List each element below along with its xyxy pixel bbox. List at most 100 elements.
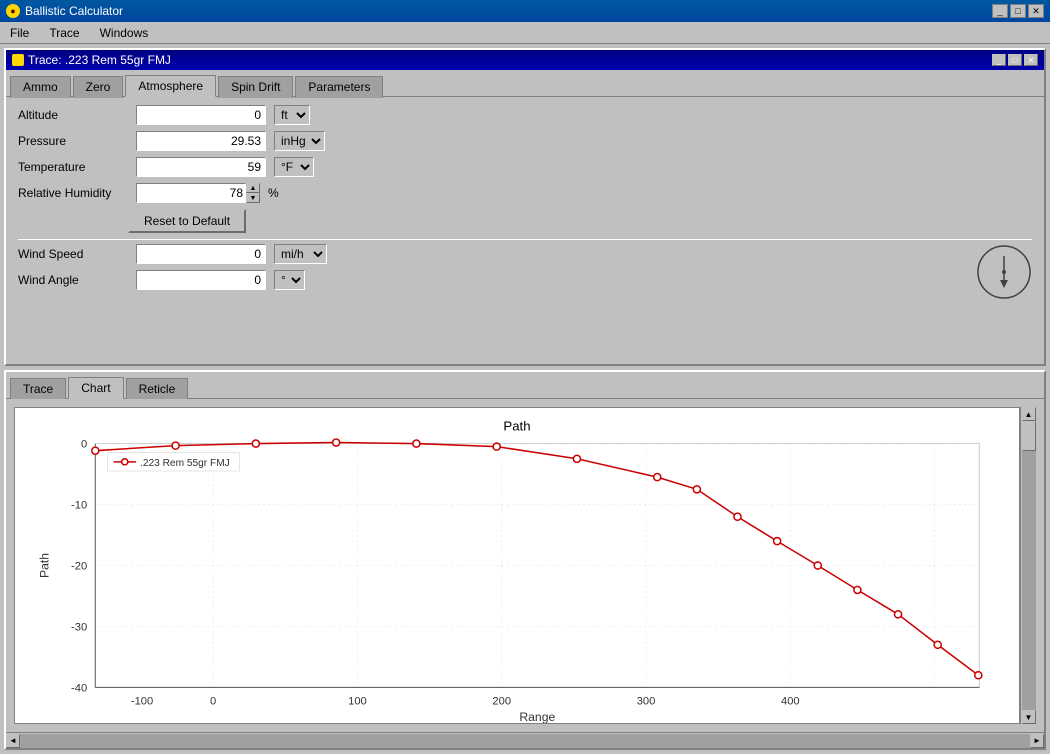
wind-angle-label: Wind Angle xyxy=(18,273,128,287)
svg-text:300: 300 xyxy=(637,696,656,708)
svg-text:-100: -100 xyxy=(131,696,153,708)
tab-atmosphere[interactable]: Atmosphere xyxy=(125,75,216,97)
svg-text:100: 100 xyxy=(348,696,367,708)
svg-text:-20: -20 xyxy=(71,561,87,573)
svg-text:0: 0 xyxy=(81,439,87,451)
svg-text:400: 400 xyxy=(781,696,800,708)
minimize-button[interactable]: _ xyxy=(992,4,1008,18)
tab-reticle[interactable]: Reticle xyxy=(126,378,189,400)
wind-speed-input[interactable] xyxy=(136,244,266,264)
h-scroll-track[interactable] xyxy=(20,734,1030,748)
data-point xyxy=(774,538,781,545)
vertical-scrollbar: ▲ ▼ xyxy=(1020,407,1036,724)
chart-svg: Path xyxy=(15,408,1019,723)
data-point xyxy=(934,641,941,648)
menu-file[interactable]: File xyxy=(4,24,35,42)
data-point xyxy=(975,672,982,679)
close-button[interactable]: ✕ xyxy=(1028,4,1044,18)
humidity-unit: % xyxy=(268,186,279,200)
tab-ammo[interactable]: Ammo xyxy=(10,76,71,98)
tab-spin-drift[interactable]: Spin Drift xyxy=(218,76,293,98)
wind-speed-label: Wind Speed xyxy=(18,247,128,261)
wind-speed-unit-select[interactable]: mi/h km/h m/s xyxy=(274,244,327,264)
pressure-input[interactable] xyxy=(136,131,266,151)
humidity-increment[interactable]: ▲ xyxy=(246,183,260,193)
inner-title: Trace: .223 Rem 55gr FMJ xyxy=(28,53,171,67)
scroll-thumb[interactable] xyxy=(1022,421,1036,451)
pressure-row: Pressure inHg hPa xyxy=(18,131,1032,151)
data-point xyxy=(92,447,99,454)
inner-title-controls: _ □ ✕ xyxy=(992,54,1038,66)
humidity-input[interactable] xyxy=(136,183,246,203)
humidity-decrement[interactable]: ▼ xyxy=(246,193,260,203)
inner-close[interactable]: ✕ xyxy=(1024,54,1038,66)
scroll-left-button[interactable]: ◄ xyxy=(6,734,20,748)
title-bar-controls: _ □ ✕ xyxy=(992,4,1044,18)
wind-speed-row: Wind Speed mi/h km/h m/s xyxy=(18,244,964,264)
svg-text:-30: -30 xyxy=(71,622,87,634)
scroll-up-button[interactable]: ▲ xyxy=(1022,407,1036,421)
inner-icon xyxy=(12,54,24,66)
svg-text:-40: -40 xyxy=(71,683,87,695)
menu-bar: File Trace Windows xyxy=(0,22,1050,44)
wind-angle-row: Wind Angle ° xyxy=(18,270,964,290)
inner-title-bar: Trace: .223 Rem 55gr FMJ _ □ ✕ xyxy=(6,50,1044,70)
humidity-spinner: ▲ ▼ xyxy=(136,183,260,203)
wind-section: Wind Speed mi/h km/h m/s Wind Angle xyxy=(18,244,1032,303)
data-point xyxy=(693,486,700,493)
data-point xyxy=(493,443,500,450)
scroll-down-button[interactable]: ▼ xyxy=(1022,710,1036,724)
horizontal-scrollbar: ◄ ► xyxy=(6,732,1044,748)
bottom-tab-bar: Trace Chart Reticle xyxy=(6,372,1044,399)
data-point xyxy=(814,562,821,569)
altitude-row: Altitude ft m xyxy=(18,105,1032,125)
svg-text:200: 200 xyxy=(492,696,511,708)
temperature-unit-select[interactable]: °F °C xyxy=(274,157,314,177)
tab-zero[interactable]: Zero xyxy=(73,76,124,98)
data-point xyxy=(413,440,420,447)
tab-trace[interactable]: Trace xyxy=(10,378,66,400)
data-point xyxy=(252,440,259,447)
svg-text:0: 0 xyxy=(210,696,216,708)
scroll-track[interactable] xyxy=(1022,421,1036,710)
app-icon: ● xyxy=(6,4,20,18)
humidity-spinner-btns: ▲ ▼ xyxy=(246,183,260,203)
separator xyxy=(18,239,1032,240)
reset-row: Reset to Default xyxy=(18,209,1032,233)
inner-maximize[interactable]: □ xyxy=(1008,54,1022,66)
data-point xyxy=(894,611,901,618)
data-point xyxy=(734,513,741,520)
inner-minimize[interactable]: _ xyxy=(992,54,1006,66)
wind-angle-input[interactable] xyxy=(136,270,266,290)
scroll-right-button[interactable]: ► xyxy=(1030,734,1044,748)
wind-fields: Wind Speed mi/h km/h m/s Wind Angle xyxy=(18,244,964,296)
menu-windows[interactable]: Windows xyxy=(94,24,155,42)
chart-inner: Path xyxy=(14,407,1020,724)
temperature-row: Temperature °F °C xyxy=(18,157,1032,177)
altitude-label: Altitude xyxy=(18,108,128,122)
app-title: Ballistic Calculator xyxy=(25,4,123,18)
maximize-button[interactable]: □ xyxy=(1010,4,1026,18)
data-point xyxy=(333,439,340,446)
atmosphere-form: Altitude ft m Pressure inHg hPa Temperat… xyxy=(6,97,1044,311)
altitude-input[interactable] xyxy=(136,105,266,125)
reset-button[interactable]: Reset to Default xyxy=(128,209,246,233)
chart-title: Path xyxy=(503,418,530,433)
humidity-label: Relative Humidity xyxy=(18,186,128,200)
svg-text:Range: Range xyxy=(519,710,555,723)
humidity-row: Relative Humidity ▲ ▼ % xyxy=(18,183,1032,203)
pressure-unit-select[interactable]: inHg hPa xyxy=(274,131,325,151)
tab-chart[interactable]: Chart xyxy=(68,377,123,399)
temperature-input[interactable] xyxy=(136,157,266,177)
wind-angle-unit-select[interactable]: ° xyxy=(274,270,305,290)
main-content: Trace: .223 Rem 55gr FMJ _ □ ✕ Ammo Zero… xyxy=(0,44,1050,754)
altitude-unit-select[interactable]: ft m xyxy=(274,105,310,125)
tab-parameters[interactable]: Parameters xyxy=(295,76,383,98)
menu-trace[interactable]: Trace xyxy=(43,24,85,42)
legend-label: .223 Rem 55gr FMJ xyxy=(140,458,230,469)
pressure-label: Pressure xyxy=(18,134,128,148)
data-point xyxy=(654,474,661,481)
temperature-label: Temperature xyxy=(18,160,128,174)
svg-text:Path: Path xyxy=(38,553,52,578)
inner-window: Trace: .223 Rem 55gr FMJ _ □ ✕ Ammo Zero… xyxy=(4,48,1046,366)
